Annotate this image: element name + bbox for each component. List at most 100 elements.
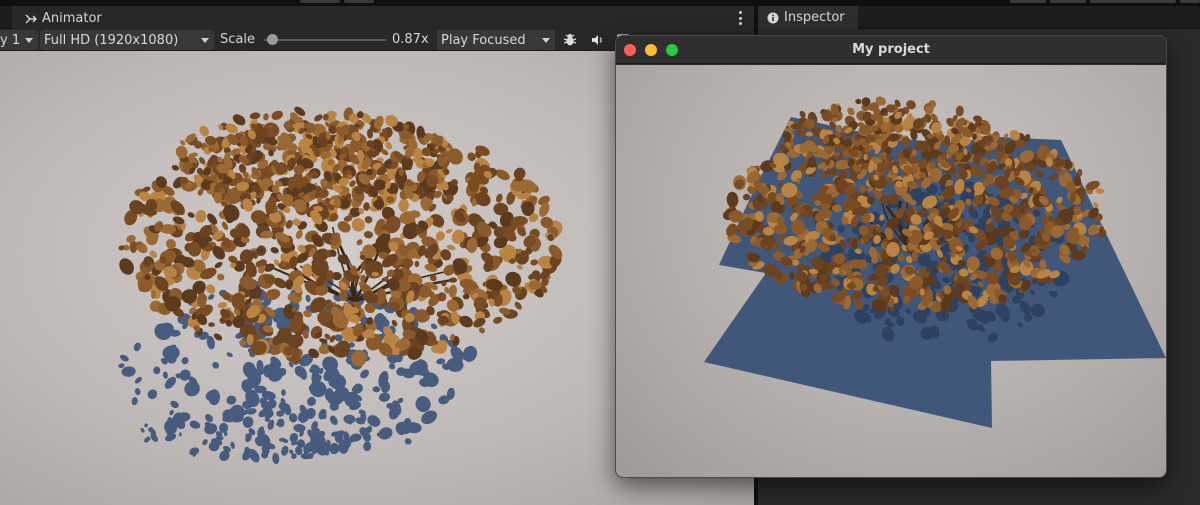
shadow-patch xyxy=(205,413,213,423)
leaf xyxy=(513,167,526,180)
audio-icon[interactable] xyxy=(586,30,608,50)
leaf xyxy=(530,259,539,266)
shadow-patch xyxy=(226,395,237,405)
leaf xyxy=(445,228,453,234)
top-strip-segment xyxy=(1180,0,1200,3)
leaf xyxy=(337,221,351,233)
leaf xyxy=(217,302,228,309)
leaf xyxy=(119,258,134,275)
top-strip-segment xyxy=(300,0,340,3)
tab-animator[interactable]: Animator xyxy=(12,6,754,29)
chevron-down-icon xyxy=(542,38,550,43)
shadow-patch xyxy=(202,439,208,446)
display-dropdown[interactable]: y 1 xyxy=(0,30,38,50)
leaf xyxy=(364,216,373,224)
leaf xyxy=(356,239,363,246)
leaf xyxy=(517,264,523,270)
shadow-patch xyxy=(281,445,289,456)
shadow-patch xyxy=(372,386,381,393)
play-mode-dropdown-value: Play Focused xyxy=(441,32,526,48)
leaf xyxy=(385,141,393,150)
shadow-patch xyxy=(212,361,220,369)
shadow-patch xyxy=(131,397,138,406)
leaf xyxy=(271,110,283,120)
shadow-patch xyxy=(281,389,286,396)
animator-icon xyxy=(24,12,38,26)
window-titlebar[interactable]: My project xyxy=(616,36,1166,64)
shadow-patch xyxy=(179,432,182,437)
leaf xyxy=(514,301,522,310)
leaf xyxy=(295,229,303,239)
shadow-patch xyxy=(134,388,141,396)
shadow-patch xyxy=(293,423,306,433)
shadow-patch xyxy=(208,294,215,300)
editor-tab-bar: Animator Inspector xyxy=(0,6,1200,29)
shadow-patch xyxy=(144,423,148,428)
leaf xyxy=(493,316,503,324)
more-options-icon[interactable] xyxy=(736,11,744,25)
leaf xyxy=(206,284,216,294)
leaf xyxy=(414,260,420,268)
leaf xyxy=(249,112,261,120)
shadow-patch xyxy=(430,323,438,330)
shadow-patch xyxy=(305,294,311,303)
tree-canopy xyxy=(722,96,1107,313)
scale-value: 0.87x xyxy=(392,32,429,47)
leaf xyxy=(726,191,739,208)
shadow-patch xyxy=(189,420,201,429)
tab-inspector[interactable]: Inspector xyxy=(758,6,858,29)
player-viewport[interactable] xyxy=(616,65,1166,477)
leaf xyxy=(195,210,207,223)
shadow-patch xyxy=(224,430,228,437)
leaf xyxy=(496,193,503,203)
scale-slider-thumb[interactable] xyxy=(267,34,278,45)
leaf xyxy=(1095,188,1105,194)
leaf xyxy=(363,231,374,239)
shadow-patch xyxy=(169,409,174,416)
shadow-patch xyxy=(133,342,141,352)
leaf xyxy=(199,125,209,137)
shadow-patch xyxy=(189,447,200,456)
leaf xyxy=(448,277,458,283)
scale-slider-track[interactable] xyxy=(264,39,386,41)
leaf xyxy=(363,202,370,211)
resolution-dropdown-value: Full HD (1920x1080) xyxy=(44,32,179,48)
shadow-patch xyxy=(226,352,233,358)
shadow-patch xyxy=(147,389,158,400)
leaf xyxy=(314,114,323,122)
shadow-patch xyxy=(118,363,125,369)
tab-animator-label: Animator xyxy=(42,11,102,26)
shadow-patch xyxy=(181,357,189,365)
shadow-patch xyxy=(162,371,168,379)
top-strip-segment xyxy=(1090,0,1176,3)
bug-icon[interactable] xyxy=(559,30,581,50)
shadow-patch xyxy=(140,427,145,433)
display-dropdown-value: y 1 xyxy=(0,32,21,48)
leaf xyxy=(214,261,223,269)
play-mode-dropdown[interactable]: Play Focused xyxy=(437,30,555,50)
leaf xyxy=(847,107,855,116)
leaf xyxy=(448,284,457,298)
leaf xyxy=(171,164,179,171)
leaf xyxy=(263,113,269,121)
resolution-dropdown[interactable]: Full HD (1920x1080) xyxy=(40,30,214,50)
shadow-patch xyxy=(134,376,142,384)
shadow-patch xyxy=(153,366,161,375)
top-strip-segment xyxy=(1010,0,1046,3)
shadow-patch xyxy=(329,415,338,426)
leaf xyxy=(187,212,195,218)
leaf xyxy=(217,273,225,281)
window-title: My project xyxy=(852,42,930,57)
leaf xyxy=(742,193,751,201)
shadow-patch xyxy=(363,441,372,452)
tab-inspector-label: Inspector xyxy=(784,10,845,25)
player-window[interactable]: My project xyxy=(615,35,1167,478)
scale-label: Scale xyxy=(220,32,255,47)
leaf xyxy=(208,322,215,327)
shadow-patch xyxy=(307,396,316,407)
leaf xyxy=(855,98,862,105)
leaf xyxy=(398,198,409,212)
leaf xyxy=(366,140,375,148)
leaf xyxy=(351,217,365,232)
shadow-patch xyxy=(170,400,179,409)
